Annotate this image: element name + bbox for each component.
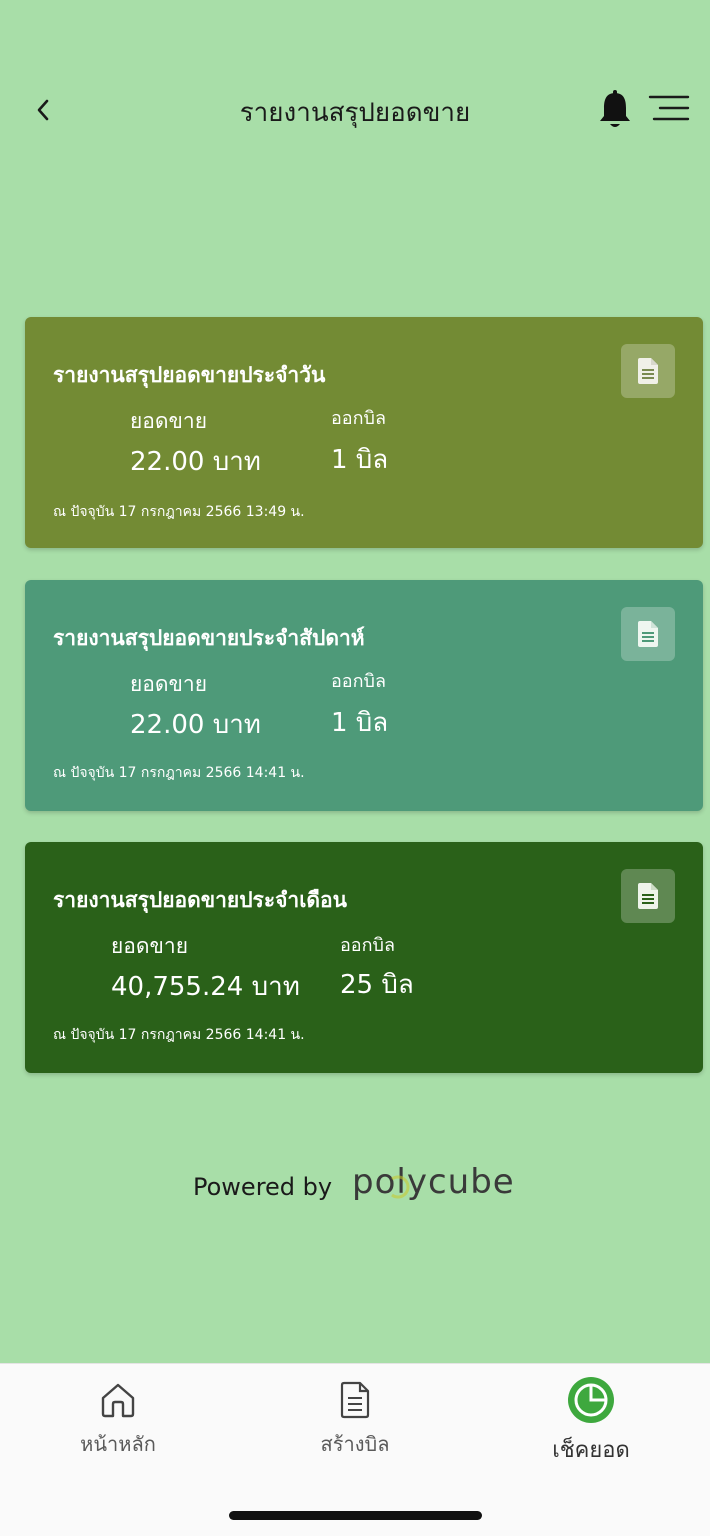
view-report-button[interactable] [621, 869, 675, 923]
view-report-button[interactable] [621, 344, 675, 398]
polycube-logo: polycube [352, 1162, 532, 1209]
card-title: รายงานสรุปยอดขายประจำวัน [53, 363, 326, 387]
bills-value: 1 บิล [331, 445, 389, 475]
menu-icon [648, 95, 690, 121]
bottom-tab-bar: หน้าหลัก สร้างบิล เช็คยอด [0, 1363, 710, 1536]
notification-button[interactable] [596, 88, 634, 130]
sales-value: 22.00 บาท [130, 710, 261, 740]
menu-button[interactable] [648, 94, 690, 124]
card-timestamp: ณ ปัจจุบัน 17 กรกฎาคม 2566 13:49 น. [53, 504, 305, 520]
sales-value: 22.00 บาท [130, 447, 261, 477]
tab-create-bill[interactable]: สร้างบิล [307, 1380, 403, 1460]
svg-text:polycube: polycube [352, 1165, 515, 1202]
sales-value: 40,755.24 บาท [111, 972, 300, 1002]
daily-report-card[interactable]: รายงานสรุปยอดขายประจำวัน ยอดขาย 22.00 บา… [25, 317, 703, 548]
card-timestamp: ณ ปัจจุบัน 17 กรกฎาคม 2566 14:41 น. [53, 765, 305, 781]
tab-check-sales[interactable]: เช็คยอด [538, 1376, 644, 1467]
weekly-report-card[interactable]: รายงานสรุปยอดขายประจำสัปดาห์ ยอดขาย 22.0… [25, 580, 703, 811]
home-icon [101, 1383, 135, 1418]
view-report-button[interactable] [621, 607, 675, 661]
bell-icon [600, 90, 630, 127]
bills-label: ออกบิล [331, 671, 386, 692]
pie-chart-icon [568, 1377, 614, 1423]
card-timestamp: ณ ปัจจุบัน 17 กรกฎาคม 2566 14:41 น. [53, 1027, 305, 1043]
bills-value: 25 บิล [340, 970, 414, 1000]
document-icon [638, 358, 658, 384]
document-icon [340, 1381, 370, 1419]
sales-label: ยอดขาย [130, 672, 208, 696]
home-indicator [229, 1511, 482, 1520]
tab-home-label: หน้าหลัก [80, 1432, 156, 1456]
bills-value: 1 บิล [331, 708, 389, 738]
powered-by: Powered by polycube [193, 1162, 532, 1209]
monthly-report-card[interactable]: รายงานสรุปยอดขายประจำเดือน ยอดขาย 40,755… [25, 842, 703, 1073]
bills-label: ออกบิล [331, 408, 386, 429]
header: รายงานสรุปยอดขาย [0, 80, 710, 140]
powered-by-text: Powered by [193, 1173, 333, 1201]
sales-label: ยอดขาย [111, 934, 189, 958]
tab-check-sales-label: เช็คยอด [552, 1438, 630, 1463]
bills-label: ออกบิล [340, 935, 395, 956]
tab-create-bill-label: สร้างบิล [320, 1432, 390, 1456]
card-title: รายงานสรุปยอดขายประจำเดือน [53, 888, 347, 912]
document-icon [638, 883, 658, 909]
tab-home[interactable]: หน้าหลัก [70, 1380, 166, 1460]
sales-label: ยอดขาย [130, 409, 208, 433]
document-icon [638, 621, 658, 647]
card-title: รายงานสรุปยอดขายประจำสัปดาห์ [53, 626, 365, 650]
